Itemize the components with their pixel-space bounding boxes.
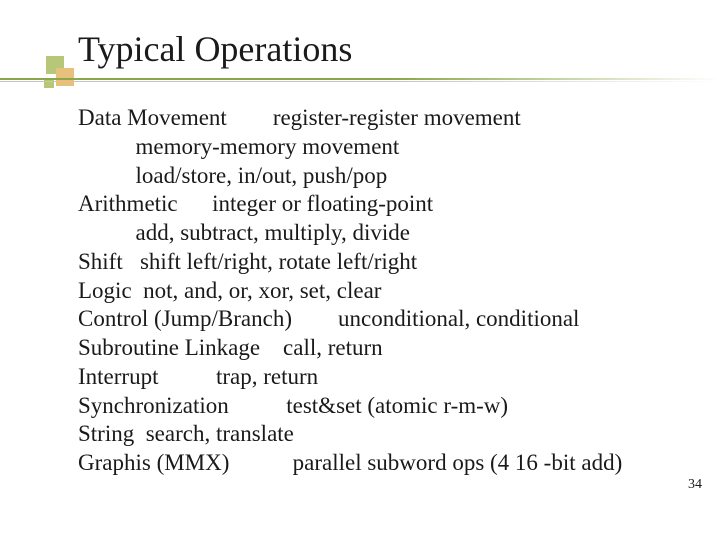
body-line: String search, translate (78, 420, 672, 449)
body-line: Shift shift left/right, rotate left/righ… (78, 248, 672, 277)
slide-decoration (44, 56, 80, 94)
body-line: add, subtract, multiply, divide (78, 219, 672, 248)
body-line: memory-memory movement (78, 133, 672, 162)
page-number: 34 (688, 477, 702, 493)
body-line: Logic not, and, or, xor, set, clear (78, 277, 672, 306)
title-underline (0, 78, 720, 82)
slide-title: Typical Operations (78, 28, 720, 70)
body-line: Arithmetic integer or floating-point (78, 190, 672, 219)
body-line: Synchronization test&set (atomic r-m-w) (78, 392, 672, 421)
body-line: Graphis (MMX) parallel subword ops (4 16… (78, 449, 672, 478)
body-line: Subroutine Linkage call, return (78, 334, 672, 363)
body-line: load/store, in/out, push/pop (78, 162, 672, 191)
body-line: Interrupt trap, return (78, 363, 672, 392)
body-line: Data Movement register-register movement (78, 104, 672, 133)
body-line: Control (Jump/Branch) unconditional, con… (78, 305, 672, 334)
slide-body: Data Movement register-register movement… (0, 82, 720, 478)
